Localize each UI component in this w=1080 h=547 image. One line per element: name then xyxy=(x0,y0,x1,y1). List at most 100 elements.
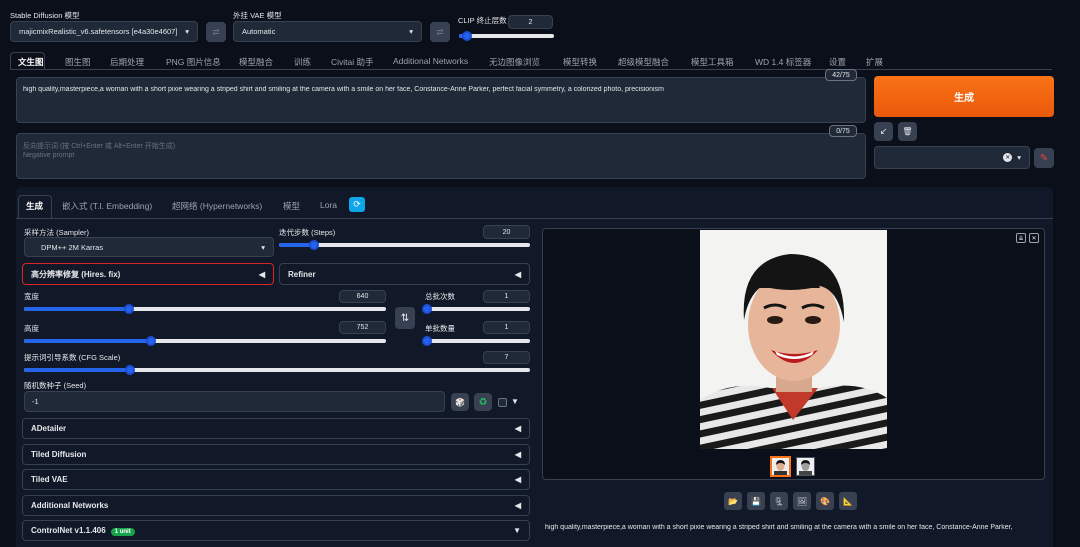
download-icon[interactable]: ⇊ xyxy=(1016,233,1026,243)
sampler-value: DPM++ 2M Karras xyxy=(41,242,104,252)
subtab-1[interactable]: 嵌入式 (T.I. Embedding) xyxy=(62,200,152,212)
negative-placeholder-en: Negative prompt xyxy=(23,152,75,159)
width-value[interactable]: 640 xyxy=(339,290,386,303)
collapse-arrow-icon: ◀ xyxy=(514,475,521,484)
tab-5[interactable]: 训练 xyxy=(294,56,311,68)
vae-value: Automatic xyxy=(242,27,276,36)
subtab-0[interactable]: 生成 xyxy=(26,200,43,212)
output-caption: high quality,masterpiece,a woman with a … xyxy=(545,524,1013,531)
collapse-arrow-icon: ◀ xyxy=(514,269,521,279)
generate-button[interactable]: 生成 xyxy=(874,76,1054,117)
clear-icon[interactable]: ✕ xyxy=(1003,153,1013,162)
refresh-icon: ⇄ xyxy=(436,26,444,37)
save-button[interactable]: 💾 xyxy=(747,492,765,510)
steps-value[interactable]: 20 xyxy=(483,225,530,239)
prompt-textarea[interactable]: high quality,masterpiece,a woman with a … xyxy=(16,77,866,123)
subtab-2[interactable]: 超网络 (Hypernetworks) xyxy=(172,200,262,212)
tab-2[interactable]: 后期处理 xyxy=(110,56,144,68)
chevron-down-icon: ▾ xyxy=(1017,153,1021,162)
thumbnail-2[interactable] xyxy=(796,457,815,476)
accordion-4[interactable]: ControlNet v1.1.406 1 unit ▼ xyxy=(22,520,530,541)
swap-dimensions-button[interactable]: ⇅ xyxy=(395,307,415,329)
triangle-icon: 📐 xyxy=(843,496,853,506)
tab-7[interactable]: Additional Networks xyxy=(393,56,468,66)
tab-1[interactable]: 图生图 xyxy=(65,56,91,68)
prompt-token-counter: 42/75 xyxy=(825,69,857,81)
collapse-arrow-icon: ▼ xyxy=(513,526,521,535)
random-seed-button[interactable]: 🎲 xyxy=(451,393,469,411)
model-label: Stable Diffusion 模型 xyxy=(10,11,80,20)
tab-9[interactable]: 模型转换 xyxy=(563,56,597,68)
thumbnail-1[interactable] xyxy=(770,456,791,477)
accordion-0[interactable]: ADetailer ◀ xyxy=(22,418,530,439)
apply-arrow-button[interactable]: ↙ xyxy=(874,122,893,141)
vae-label: 外挂 VAE 模型 xyxy=(233,11,282,20)
triangle-button[interactable]: 📐 xyxy=(839,492,857,510)
accordion-3[interactable]: Additional Networks ◀ xyxy=(22,495,530,516)
hires-fix-label: 高分辨率修复 (Hires. fix) xyxy=(31,269,121,279)
width-knob xyxy=(123,304,134,314)
trash-button[interactable]: 🗑 xyxy=(898,122,917,141)
folder-button[interactable]: 📂 xyxy=(724,492,742,510)
hires-fix-accordion[interactable]: 高分辨率修复 (Hires. fix) ◀ xyxy=(22,263,274,285)
cfg-fill xyxy=(24,368,131,372)
batch-count-label: 总批次数 xyxy=(425,292,455,301)
reuse-seed-button[interactable]: ♻ xyxy=(474,393,492,411)
cfg-value[interactable]: 7 xyxy=(483,351,530,364)
refiner-accordion[interactable]: Refiner ◀ xyxy=(279,263,530,285)
sampler-select[interactable]: DPM++ 2M Karras ▾ xyxy=(24,237,274,257)
height-fill xyxy=(24,339,151,343)
accordion-label: ADetailer xyxy=(31,424,67,433)
tab-11[interactable]: 模型工具箱 xyxy=(691,56,734,68)
tab-6[interactable]: Civitai 助手 xyxy=(331,56,374,68)
tab-4[interactable]: 模型融合 xyxy=(239,56,273,68)
batch-count-value[interactable]: 1 xyxy=(483,290,530,303)
accordion-1[interactable]: Tiled Diffusion ◀ xyxy=(22,444,530,465)
accordion-label: ControlNet v1.1.406 xyxy=(31,526,106,535)
tab-0[interactable]: 文生图 xyxy=(18,56,44,68)
tab-12[interactable]: WD 1.4 标签器 xyxy=(755,56,811,68)
refresh-model-button[interactable]: ⇄ xyxy=(206,22,226,42)
generated-image[interactable] xyxy=(700,230,887,449)
tab-14[interactable]: 扩展 xyxy=(866,56,883,68)
refresh-icon[interactable]: ⟳ xyxy=(349,197,365,212)
collapse-arrow-icon: ◀ xyxy=(514,424,521,433)
recycle-icon: ♻ xyxy=(478,396,488,408)
width-label: 宽度 xyxy=(24,292,39,301)
height-value[interactable]: 752 xyxy=(339,321,386,334)
negative-prompt-textarea[interactable]: 反向提示词 (按 Ctrl+Enter 或 Alt+Enter 开始生成) Ne… xyxy=(16,133,866,179)
zip-button[interactable]: 🗜 xyxy=(770,492,788,510)
close-icon[interactable]: ✕ xyxy=(1029,233,1039,243)
extra-seed-checkbox[interactable] xyxy=(498,398,507,407)
dice-icon: 🎲 xyxy=(455,397,465,407)
unit-badge: 1 unit xyxy=(110,528,135,536)
thumbnail-grid xyxy=(797,458,814,475)
tab-10[interactable]: 超级模型融合 xyxy=(618,56,669,68)
palette-button[interactable]: 🎨 xyxy=(816,492,834,510)
clip-value[interactable]: 2 xyxy=(508,15,553,29)
edit-styles-button[interactable]: ✎ xyxy=(1034,148,1054,168)
collapse-arrow-icon: ◀ xyxy=(514,501,521,510)
seed-input[interactable]: -1 xyxy=(24,391,445,412)
image-button[interactable]: 🖼 xyxy=(793,492,811,510)
height-label: 高度 xyxy=(24,324,39,333)
subtab-4[interactable]: Lora xyxy=(320,200,337,210)
image-icon: 🖼 xyxy=(796,496,808,506)
collapse-arrow-icon: ◀ xyxy=(258,269,265,279)
batch-size-value[interactable]: 1 xyxy=(483,321,530,334)
styles-select[interactable]: ✕ ▾ xyxy=(874,146,1030,169)
caret-down-icon: ▾ xyxy=(261,242,265,252)
extra-seed-arrow-icon[interactable]: ▼ xyxy=(511,397,519,406)
subtab-3[interactable]: 模型 xyxy=(283,200,300,212)
tab-13[interactable]: 设置 xyxy=(829,56,846,68)
model-select[interactable]: majicmixRealistic_v6.safetensors [e4a30e… xyxy=(10,21,198,42)
tab-3[interactable]: PNG 图片信息 xyxy=(166,56,221,68)
accordion-label: Additional Networks xyxy=(31,501,109,510)
tab-8[interactable]: 无边图像浏览 xyxy=(489,56,540,68)
vae-select[interactable]: Automatic ▾ xyxy=(233,21,422,42)
refiner-label: Refiner xyxy=(288,269,316,279)
accordion-2[interactable]: Tiled VAE ◀ xyxy=(22,469,530,490)
trash-icon: 🗑 xyxy=(902,127,913,136)
negative-placeholder: 反向提示词 (按 Ctrl+Enter 或 Alt+Enter 开始生成) xyxy=(23,143,176,150)
refresh-vae-button[interactable]: ⇄ xyxy=(430,22,450,42)
